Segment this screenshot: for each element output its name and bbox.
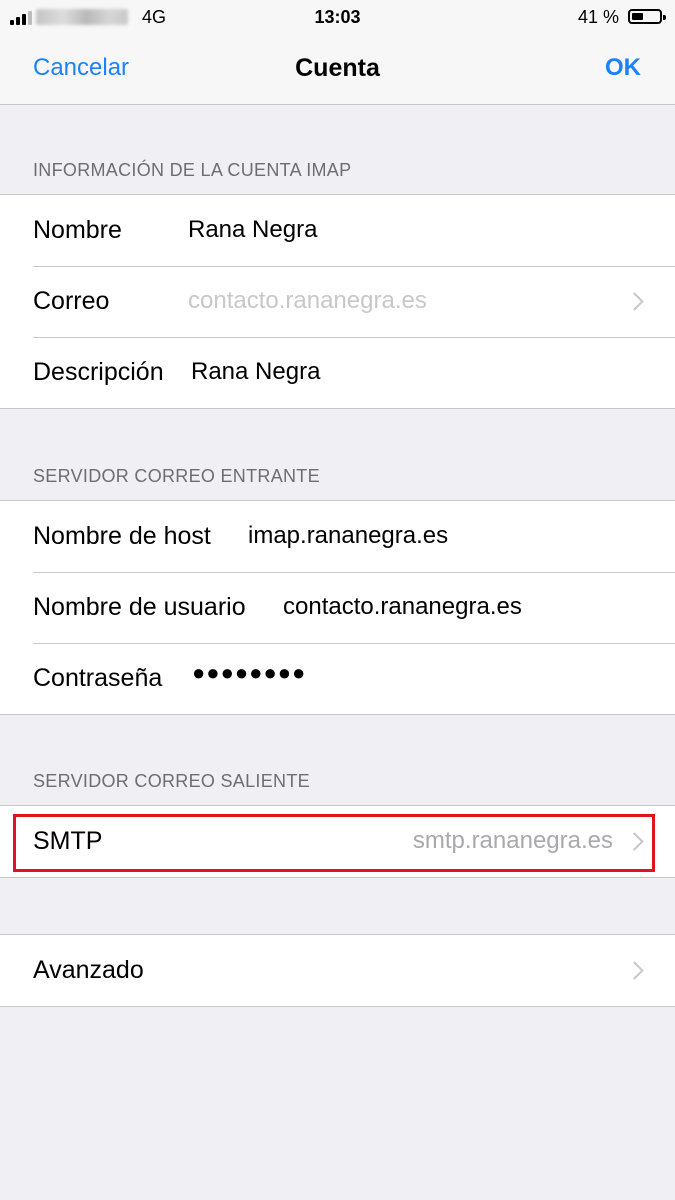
name-label: Nombre — [33, 216, 122, 244]
name-field[interactable]: Rana Negra — [188, 216, 317, 244]
imap-account-group: Nombre Rana Negra Correo contacto.ranane… — [0, 194, 675, 409]
username-field[interactable]: contacto.rananegra.es — [283, 593, 522, 621]
status-bar: 4G 13:03 41 % — [0, 0, 675, 36]
section-header-incoming: SERVIDOR CORREO ENTRANTE — [33, 466, 320, 486]
email-value: contacto.rananegra.es — [188, 287, 427, 314]
description-field[interactable]: Rana Negra — [191, 358, 320, 386]
username-label: Nombre de usuario — [33, 593, 246, 621]
name-row[interactable]: Nombre Rana Negra — [0, 195, 675, 266]
host-field[interactable]: imap.rananegra.es — [248, 522, 448, 550]
section-header-imap: INFORMACIÓN DE LA CUENTA IMAP — [33, 160, 352, 180]
advanced-row[interactable]: Avanzado — [0, 935, 675, 1006]
host-label: Nombre de host — [33, 522, 211, 550]
chevron-right-icon — [625, 961, 644, 980]
smtp-highlight-box — [13, 814, 655, 872]
email-row[interactable]: Correo contacto.rananegra.es — [0, 266, 675, 337]
password-label: Contraseña — [33, 664, 163, 692]
page-title: Cuenta — [295, 54, 380, 82]
password-field[interactable]: ●●●●●●●● — [192, 660, 306, 686]
email-label: Correo — [33, 287, 110, 315]
status-time: 13:03 — [314, 7, 361, 27]
description-label: Descripción — [33, 358, 164, 386]
host-row[interactable]: Nombre de host imap.rananegra.es — [0, 501, 675, 572]
chevron-right-icon — [625, 292, 644, 311]
battery-percent: 41 % — [577, 7, 619, 27]
description-row[interactable]: Descripción Rana Negra — [0, 337, 675, 408]
incoming-server-group: Nombre de host imap.rananegra.es Nombre … — [0, 500, 675, 715]
section-header-outgoing: SERVIDOR CORREO SALIENTE — [33, 771, 310, 791]
advanced-label: Avanzado — [33, 956, 144, 984]
username-row[interactable]: Nombre de usuario contacto.rananegra.es — [0, 572, 675, 643]
battery-icon — [628, 9, 666, 24]
ok-button[interactable]: OK — [605, 54, 641, 82]
password-row[interactable]: Contraseña ●●●●●●●● — [0, 643, 675, 714]
navigation-bar: Cancelar Cuenta OK — [0, 36, 675, 105]
advanced-group: Avanzado — [0, 934, 675, 1007]
